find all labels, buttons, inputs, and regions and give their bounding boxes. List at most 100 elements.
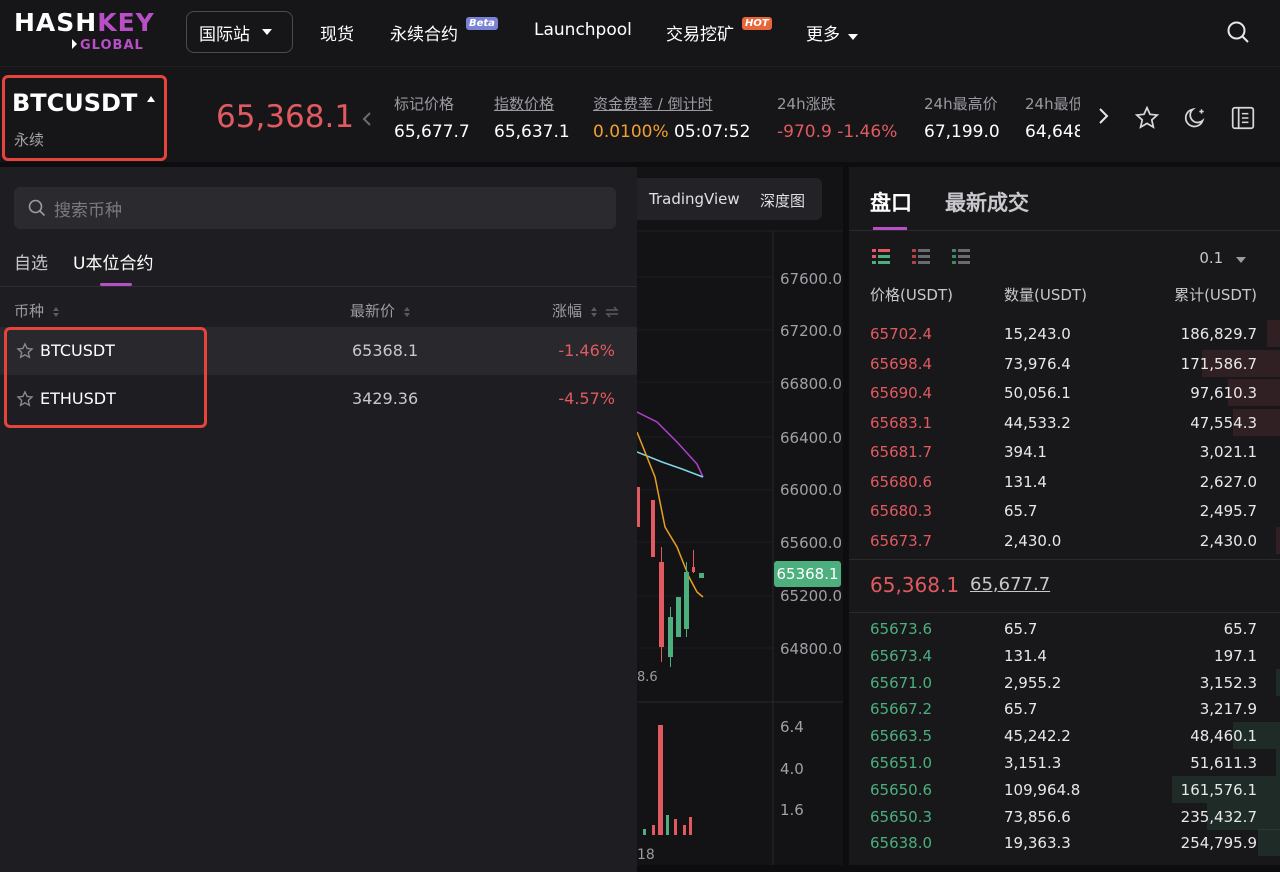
- column-last-price[interactable]: 最新价: [350, 300, 411, 321]
- star-icon[interactable]: [1134, 105, 1160, 135]
- nav-trade-mining[interactable]: 交易挖矿 HOT: [666, 17, 772, 45]
- symbol-dropdown: 搜索币种 自选 U本位合约 币种 最新价 涨幅 BTCUSDT 65368.1 …: [0, 167, 637, 872]
- quantity-cell: 65.7: [1004, 502, 1038, 520]
- price-axis-label: 66800.0: [780, 375, 843, 393]
- station-selector[interactable]: 国际站: [186, 11, 293, 53]
- chevron-right-icon[interactable]: [1098, 107, 1110, 129]
- swap-icon[interactable]: [604, 306, 619, 318]
- funding-countdown: 05:07:52: [674, 122, 751, 142]
- logo-wordmark: HASHKEY: [14, 8, 155, 37]
- nav-perpetual[interactable]: 永续合约 Beta: [390, 17, 498, 45]
- list-item-price: 65368.1: [352, 341, 419, 360]
- price-cell: 65650.3: [870, 807, 933, 826]
- symbol-highlight-box: [2, 75, 167, 161]
- search-icon: [28, 199, 46, 217]
- orderbook-asks-icon[interactable]: [911, 247, 931, 267]
- bid-row[interactable]: 65671.0 2,955.2 3,152.3: [849, 668, 1280, 697]
- price-cell: 65680.6: [870, 472, 933, 491]
- ask-row[interactable]: 65673.7 2,430.0 2,430.0: [849, 526, 1280, 555]
- nav-launchpool[interactable]: Launchpool: [534, 20, 632, 40]
- price-cell: 65680.3: [870, 502, 933, 520]
- ask-row[interactable]: 65702.4 15,243.0 186,829.7: [849, 319, 1280, 348]
- ask-row[interactable]: 65683.1 44,533.2 47,554.3: [849, 408, 1280, 437]
- price-cell: 65667.2: [870, 700, 933, 719]
- total-cell: 171,586.7: [1180, 354, 1257, 373]
- bid-row[interactable]: 65650.6 109,964.8 161,576.1: [849, 775, 1280, 804]
- list-highlight-box: [4, 327, 207, 428]
- logo-subtitle: GLOBAL: [72, 38, 144, 53]
- column-price: 价格(USDT): [870, 286, 953, 304]
- bid-row[interactable]: 65673.6 65.7 65.7: [849, 614, 1280, 643]
- total-cell: 254,795.9: [1180, 834, 1257, 853]
- symbol-search-input[interactable]: 搜索币种: [14, 187, 616, 229]
- precision-selector[interactable]: 0.1: [1199, 249, 1246, 267]
- bid-row[interactable]: 65663.5 45,242.2 48,460.1: [849, 721, 1280, 750]
- tab-depth-chart[interactable]: 深度图: [760, 190, 805, 211]
- tab-favorites[interactable]: 自选: [14, 249, 48, 274]
- ask-row[interactable]: 65681.7 394.1 3,021.1: [849, 437, 1280, 466]
- ask-row[interactable]: 65698.4 73,976.4 171,586.7: [849, 349, 1280, 378]
- nav-spot[interactable]: 现货: [320, 20, 354, 45]
- tab-orderbook[interactable]: 盘口: [870, 187, 912, 217]
- ask-row[interactable]: 65690.4 50,056.1 97,610.3: [849, 378, 1280, 407]
- stat-funding-rate[interactable]: 资金费率 / 倒计时 0.0100% 05:07:52: [593, 93, 750, 142]
- bid-row[interactable]: 65667.2 65.7 3,217.9: [849, 694, 1280, 723]
- price-cell: 65681.7: [870, 443, 933, 461]
- price-cell: 65651.0: [870, 754, 933, 772]
- quantity-cell: 15,243.0: [1004, 325, 1071, 343]
- tab-usdt-margined[interactable]: U本位合约: [73, 249, 153, 274]
- list-item-change: -1.46%: [558, 341, 615, 360]
- search-icon[interactable]: [1226, 20, 1250, 44]
- quantity-cell: 65.7: [1004, 620, 1038, 638]
- price-axis-label: 64800.0: [780, 640, 843, 658]
- quantity-cell: 131.4: [1004, 646, 1047, 665]
- quantity-cell: 109,964.8: [1004, 780, 1081, 799]
- stat-24h-low: 24h最低价 64,648: [1025, 95, 1080, 142]
- column-change[interactable]: 涨幅: [552, 300, 619, 321]
- sort-icon: [52, 306, 59, 317]
- orderbook-panel: 盘口 最新成交 0.1 价格(USDT) 数量(USDT) 累计(USDT) 6…: [849, 167, 1280, 865]
- chevron-down-icon: [1236, 257, 1246, 263]
- calculator-icon[interactable]: [1230, 105, 1256, 135]
- column-symbol[interactable]: 币种: [14, 300, 60, 321]
- total-cell: 235,432.7: [1180, 807, 1257, 826]
- sort-icon: [590, 306, 597, 317]
- tab-recent-trades[interactable]: 最新成交: [945, 187, 1029, 217]
- mid-last-price: 65,368.1: [870, 573, 960, 597]
- quantity-cell: 44,533.2: [1004, 413, 1071, 432]
- station-label: 国际站: [199, 24, 250, 45]
- bid-row[interactable]: 65651.0 3,151.3 51,611.3: [849, 748, 1280, 777]
- chevron-down-icon: [262, 29, 272, 35]
- tab-tradingview[interactable]: TradingView: [649, 190, 740, 208]
- depth-bar: [1276, 749, 1280, 776]
- price-cell: 65690.4: [870, 384, 933, 402]
- ask-row[interactable]: 65680.6 131.4 2,627.0: [849, 467, 1280, 496]
- orderbook-both-icon[interactable]: [871, 247, 891, 267]
- quantity-cell: 73,856.6: [1004, 807, 1071, 826]
- total-cell: 3,021.1: [1199, 443, 1257, 461]
- quantity-cell: 3,151.3: [1004, 754, 1062, 772]
- divider: [849, 230, 1280, 231]
- nav-more[interactable]: 更多: [806, 20, 858, 45]
- orderbook-bids-icon[interactable]: [951, 247, 971, 267]
- price-cell: 65702.4: [870, 325, 933, 343]
- chevron-down-icon: [848, 34, 858, 40]
- quantity-cell: 65.7: [1004, 700, 1038, 719]
- theme-moon-icon[interactable]: [1182, 105, 1208, 135]
- bid-row[interactable]: 65650.3 73,856.6 235,432.7: [849, 802, 1280, 831]
- stat-24h-high: 24h最高价 67,199.0: [924, 95, 1000, 142]
- hashkey-logo[interactable]: HASHKEY GLOBAL: [14, 8, 154, 56]
- current-price-tag: 65368.1: [774, 561, 841, 587]
- stat-index-price[interactable]: 指数价格 65,637.1: [494, 93, 570, 142]
- price-cell: 65673.7: [870, 531, 933, 550]
- mid-mark-price[interactable]: 65,677.7: [970, 574, 1050, 595]
- bid-row[interactable]: 65673.4 131.4 197.1: [849, 641, 1280, 670]
- volume-axis-label: 4.0: [780, 760, 804, 778]
- beta-badge: Beta: [466, 17, 498, 30]
- quantity-cell: 2,430.0: [1004, 531, 1062, 550]
- ask-row[interactable]: 65680.3 65.7 2,495.7: [849, 496, 1280, 525]
- funding-rate: 0.0100%: [593, 122, 669, 142]
- chevron-left-icon[interactable]: [362, 111, 372, 127]
- price-axis-label: 66000.0: [780, 481, 843, 499]
- bid-row[interactable]: 65638.0 19,363.3 254,795.9: [849, 828, 1280, 857]
